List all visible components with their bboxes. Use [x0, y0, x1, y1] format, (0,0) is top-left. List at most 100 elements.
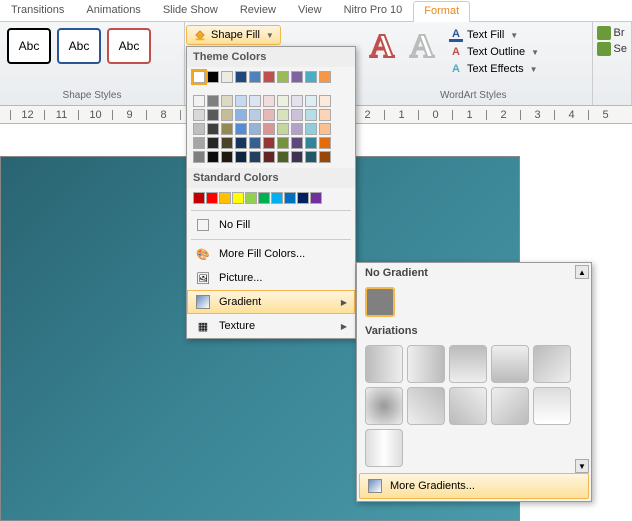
color-swatch[interactable]	[249, 95, 261, 107]
color-swatch[interactable]	[193, 137, 205, 149]
color-swatch[interactable]	[291, 71, 303, 83]
color-swatch[interactable]	[193, 123, 205, 135]
color-swatch[interactable]	[207, 71, 219, 83]
gradient-variation[interactable]	[449, 387, 487, 425]
color-swatch[interactable]	[221, 137, 233, 149]
color-swatch[interactable]	[221, 71, 233, 83]
color-swatch[interactable]	[271, 192, 283, 204]
more-fill-colors-item[interactable]: 🎨 More Fill Colors...	[187, 242, 355, 266]
color-swatch[interactable]	[235, 151, 247, 163]
color-swatch[interactable]	[291, 95, 303, 107]
wordart-preset-1[interactable]: A	[364, 28, 400, 66]
color-swatch[interactable]	[207, 137, 219, 149]
color-swatch[interactable]	[235, 109, 247, 121]
gradient-fill-item[interactable]: Gradient	[187, 290, 355, 314]
color-swatch[interactable]	[319, 71, 331, 83]
gradient-variation[interactable]	[365, 387, 403, 425]
color-swatch[interactable]	[221, 151, 233, 163]
tab-review[interactable]: Review	[229, 0, 287, 21]
no-gradient-thumb[interactable]	[365, 287, 395, 317]
text-effects-button[interactable]: A Text Effects ▼	[446, 61, 542, 77]
color-swatch[interactable]	[263, 95, 275, 107]
texture-fill-item[interactable]: ▦ Texture	[187, 314, 355, 338]
color-swatch[interactable]	[277, 71, 289, 83]
color-swatch[interactable]	[207, 123, 219, 135]
scroll-down-button[interactable]: ▼	[575, 459, 589, 473]
shape-fill-button[interactable]: Shape Fill ▼	[186, 25, 281, 45]
color-swatch[interactable]	[319, 137, 331, 149]
color-swatch[interactable]	[277, 137, 289, 149]
tab-slide-show[interactable]: Slide Show	[152, 0, 229, 21]
color-swatch[interactable]	[245, 192, 257, 204]
color-swatch[interactable]	[263, 137, 275, 149]
color-swatch[interactable]	[207, 95, 219, 107]
color-swatch[interactable]	[305, 109, 317, 121]
color-swatch[interactable]	[277, 151, 289, 163]
color-swatch[interactable]	[277, 95, 289, 107]
color-swatch[interactable]	[263, 71, 275, 83]
color-swatch[interactable]	[235, 137, 247, 149]
shape-style-preset-3[interactable]: Abc	[107, 28, 151, 64]
gradient-variation[interactable]	[407, 345, 445, 383]
no-fill-item[interactable]: No Fill	[187, 213, 355, 237]
tab-format[interactable]: Format	[413, 1, 470, 22]
color-swatch[interactable]	[207, 109, 219, 121]
gradient-variation[interactable]	[449, 345, 487, 383]
color-swatch[interactable]	[249, 123, 261, 135]
color-swatch[interactable]	[319, 109, 331, 121]
gradient-variation[interactable]	[491, 345, 529, 383]
color-swatch[interactable]	[305, 95, 317, 107]
color-swatch[interactable]	[319, 151, 331, 163]
picture-fill-item[interactable]: 🖼 Picture...	[187, 266, 355, 290]
scroll-up-button[interactable]: ▲	[575, 265, 589, 279]
color-swatch[interactable]	[258, 192, 270, 204]
color-swatch[interactable]	[263, 123, 275, 135]
bring-forward-button[interactable]: Br	[597, 26, 627, 40]
gradient-variation[interactable]	[365, 429, 403, 467]
color-swatch[interactable]	[206, 192, 218, 204]
color-swatch[interactable]	[249, 71, 261, 83]
color-swatch[interactable]	[221, 123, 233, 135]
color-swatch[interactable]	[263, 109, 275, 121]
color-swatch[interactable]	[221, 95, 233, 107]
color-swatch[interactable]	[235, 123, 247, 135]
color-swatch[interactable]	[291, 109, 303, 121]
color-swatch[interactable]	[284, 192, 296, 204]
wordart-preset-2[interactable]: A	[404, 28, 440, 66]
color-swatch[interactable]	[193, 151, 205, 163]
color-swatch[interactable]	[193, 71, 205, 83]
send-backward-button[interactable]: Se	[597, 42, 627, 56]
color-swatch[interactable]	[305, 151, 317, 163]
color-swatch[interactable]	[277, 123, 289, 135]
color-swatch[interactable]	[319, 95, 331, 107]
text-outline-button[interactable]: A Text Outline ▼	[446, 44, 542, 60]
tab-transitions[interactable]: Transitions	[0, 0, 75, 21]
color-swatch[interactable]	[219, 192, 231, 204]
color-swatch[interactable]	[193, 192, 205, 204]
color-swatch[interactable]	[305, 137, 317, 149]
color-swatch[interactable]	[291, 151, 303, 163]
color-swatch[interactable]	[310, 192, 322, 204]
color-swatch[interactable]	[249, 109, 261, 121]
color-swatch[interactable]	[263, 151, 275, 163]
more-gradients-item[interactable]: More Gradients...	[359, 473, 589, 499]
color-swatch[interactable]	[235, 95, 247, 107]
text-fill-button[interactable]: A Text Fill ▼	[446, 27, 542, 43]
tab-view[interactable]: View	[287, 0, 333, 21]
color-swatch[interactable]	[249, 137, 261, 149]
color-swatch[interactable]	[232, 192, 244, 204]
gradient-variation[interactable]	[533, 387, 571, 425]
color-swatch[interactable]	[193, 95, 205, 107]
color-swatch[interactable]	[291, 123, 303, 135]
color-swatch[interactable]	[235, 71, 247, 83]
color-swatch[interactable]	[305, 123, 317, 135]
shape-style-preset-2[interactable]: Abc	[57, 28, 101, 64]
color-swatch[interactable]	[291, 137, 303, 149]
gradient-variation[interactable]	[407, 387, 445, 425]
color-swatch[interactable]	[207, 151, 219, 163]
color-swatch[interactable]	[277, 109, 289, 121]
color-swatch[interactable]	[319, 123, 331, 135]
color-swatch[interactable]	[221, 109, 233, 121]
tab-nitro[interactable]: Nitro Pro 10	[333, 0, 414, 21]
color-swatch[interactable]	[305, 71, 317, 83]
